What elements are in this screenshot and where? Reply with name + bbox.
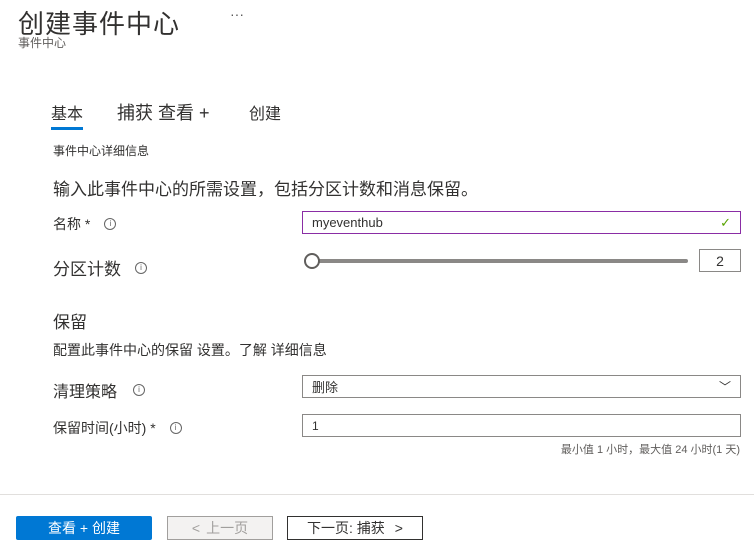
page-subtitle: 事件中心: [18, 36, 67, 50]
next-label: 下一页: 捕获: [307, 520, 385, 536]
partition-slider-track[interactable]: [310, 259, 688, 263]
info-icon[interactable]: i: [133, 384, 146, 396]
footer-divider: [0, 494, 754, 495]
retention-time-input[interactable]: 1: [302, 414, 741, 437]
name-input[interactable]: myeventhub ✓: [302, 211, 741, 234]
check-icon: ✓: [720, 214, 731, 230]
name-label: 名称 *: [53, 216, 91, 232]
name-value: myeventhub: [312, 215, 383, 230]
info-icon[interactable]: i: [135, 261, 147, 274]
chevron-right-icon: >: [394, 520, 403, 536]
retention-time-hint: 最小值 1 小时，最大值 24 小时(1 天): [560, 444, 740, 456]
review-create-button[interactable]: 查看 + 创建: [16, 516, 152, 540]
section-heading: 事件中心详细信息: [53, 144, 150, 158]
partition-slider-thumb[interactable]: [304, 253, 320, 269]
retention-time-label: 保留时间(小时) *: [53, 420, 156, 436]
info-icon[interactable]: i: [104, 218, 117, 230]
previous-button[interactable]: < 上一页: [167, 516, 273, 540]
info-icon[interactable]: i: [169, 422, 182, 434]
cleanup-policy-value: 删除: [312, 380, 339, 395]
next-button[interactable]: 下一页: 捕获 >: [287, 516, 423, 540]
previous-label: 上一页: [206, 520, 249, 536]
more-options-button[interactable]: ···: [230, 6, 244, 22]
tab-create[interactable]: 创建: [249, 100, 281, 124]
retention-heading: 保留: [53, 313, 87, 332]
partition-count-input[interactable]: 2: [699, 249, 741, 272]
chevron-left-icon: <: [191, 520, 201, 536]
tab-capture-review[interactable]: 捕获 查看 +: [117, 99, 210, 125]
chevron-down-icon: ﹀: [718, 380, 731, 394]
partition-label: 分区计数: [53, 260, 121, 279]
section-description: 输入此事件中心的所需设置，包括分区计数和消息保留。: [53, 180, 478, 199]
cleanup-policy-label: 清理策略: [53, 384, 118, 401]
tab-basics[interactable]: 基本: [51, 100, 84, 130]
cleanup-policy-select[interactable]: 删除 ﹀: [302, 375, 741, 398]
retention-description: 配置此事件中心的保留 设置。了解 详细信息: [53, 342, 327, 358]
